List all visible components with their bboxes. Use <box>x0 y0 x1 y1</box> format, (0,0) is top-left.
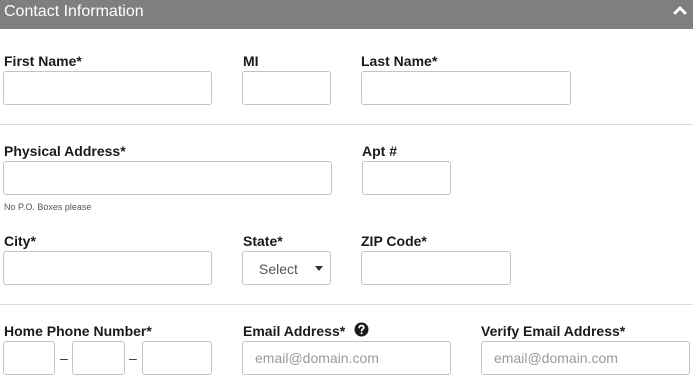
caret-down-icon <box>315 266 323 271</box>
state-select-value: Select <box>259 261 298 277</box>
mi-label: MI <box>243 53 259 69</box>
last-name-input[interactable] <box>361 71 571 105</box>
physical-address-input[interactable] <box>3 161 332 195</box>
address-hint: No P.O. Boxes please <box>4 202 92 212</box>
apt-input[interactable] <box>362 161 451 195</box>
first-name-label: First Name* <box>4 53 82 69</box>
divider <box>0 304 693 305</box>
first-name-input[interactable] <box>3 71 212 105</box>
phone-area-code-input[interactable] <box>3 341 55 375</box>
verify-email-label: Verify Email Address* <box>481 323 626 339</box>
question-circle-icon[interactable] <box>354 322 369 337</box>
state-label: State* <box>243 233 283 249</box>
section-header[interactable]: Contact Information <box>0 0 693 29</box>
home-phone-label: Home Phone Number* <box>4 323 152 339</box>
phone-prefix-input[interactable] <box>72 341 125 375</box>
physical-address-label: Physical Address* <box>4 143 126 159</box>
phone-separator: – <box>129 350 137 366</box>
phone-line-number-input[interactable] <box>142 341 212 375</box>
zip-input[interactable] <box>361 251 511 285</box>
email-label: Email Address* <box>243 323 346 339</box>
zip-label: ZIP Code* <box>361 233 427 249</box>
verify-email-input[interactable] <box>481 341 690 375</box>
section-title: Contact Information <box>4 3 144 20</box>
last-name-label: Last Name* <box>361 53 438 69</box>
email-input[interactable] <box>242 341 451 375</box>
state-select[interactable]: Select <box>242 251 331 285</box>
phone-separator: – <box>60 350 68 366</box>
city-input[interactable] <box>3 251 212 285</box>
mi-input[interactable] <box>242 71 331 105</box>
apt-label: Apt # <box>362 143 397 159</box>
divider <box>0 124 693 125</box>
chevron-up-icon[interactable] <box>673 3 687 17</box>
city-label: City* <box>4 233 36 249</box>
